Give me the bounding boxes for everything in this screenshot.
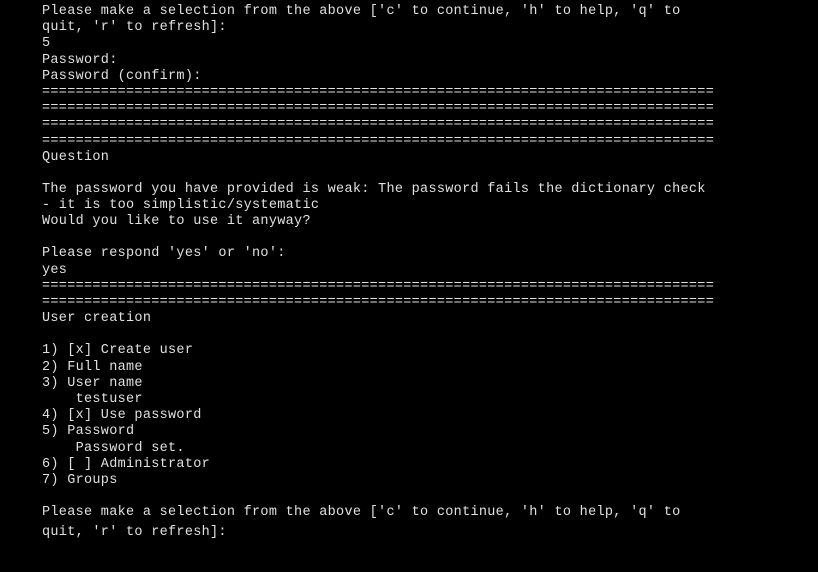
blank-line [42, 230, 818, 246]
question-response: yes [42, 263, 818, 279]
selection-prompt-line-2: quit, 'r' to refresh]: [42, 20, 818, 36]
menu-item-create-user[interactable]: 1) [x] Create user [42, 343, 818, 359]
blank-line [42, 327, 818, 343]
selection-prompt-line-1: Please make a selection from the above [… [42, 505, 818, 521]
menu-item-password-status: Password set. [42, 441, 818, 457]
menu-item-use-password[interactable]: 4) [x] Use password [42, 408, 818, 424]
password-prompt: Password: [42, 53, 818, 69]
separator-line: ========================================… [42, 117, 818, 133]
menu-item-administrator[interactable]: 6) [ ] Administrator [42, 457, 818, 473]
separator-line: ========================================… [42, 295, 818, 311]
selection-response: 5 [42, 36, 818, 52]
question-body-line-2: - it is too simplistic/systematic [42, 198, 818, 214]
selection-prompt-line-2[interactable]: quit, 'r' to refresh]: [42, 521, 818, 541]
separator-line: ========================================… [42, 85, 818, 101]
question-body-line-3: Would you like to use it anyway? [42, 214, 818, 230]
password-confirm-prompt: Password (confirm): [42, 69, 818, 85]
separator-line: ========================================… [42, 279, 818, 295]
menu-item-password[interactable]: 5) Password [42, 424, 818, 440]
menu-item-user-name[interactable]: 3) User name [42, 376, 818, 392]
selection-prompt-line-1: Please make a selection from the above [… [42, 4, 818, 20]
question-body-line-1: The password you have provided is weak: … [42, 182, 818, 198]
blank-line [42, 166, 818, 182]
menu-item-groups[interactable]: 7) Groups [42, 473, 818, 489]
user-creation-heading: User creation [42, 311, 818, 327]
question-heading: Question [42, 150, 818, 166]
cursor-icon [227, 521, 235, 535]
separator-line: ========================================… [42, 101, 818, 117]
menu-item-full-name[interactable]: 2) Full name [42, 360, 818, 376]
separator-line: ========================================… [42, 134, 818, 150]
blank-line [42, 489, 818, 505]
question-prompt: Please respond 'yes' or 'no': [42, 246, 818, 262]
menu-item-username-value: testuser [42, 392, 818, 408]
selection-prompt-text: quit, 'r' to refresh]: [42, 525, 227, 540]
